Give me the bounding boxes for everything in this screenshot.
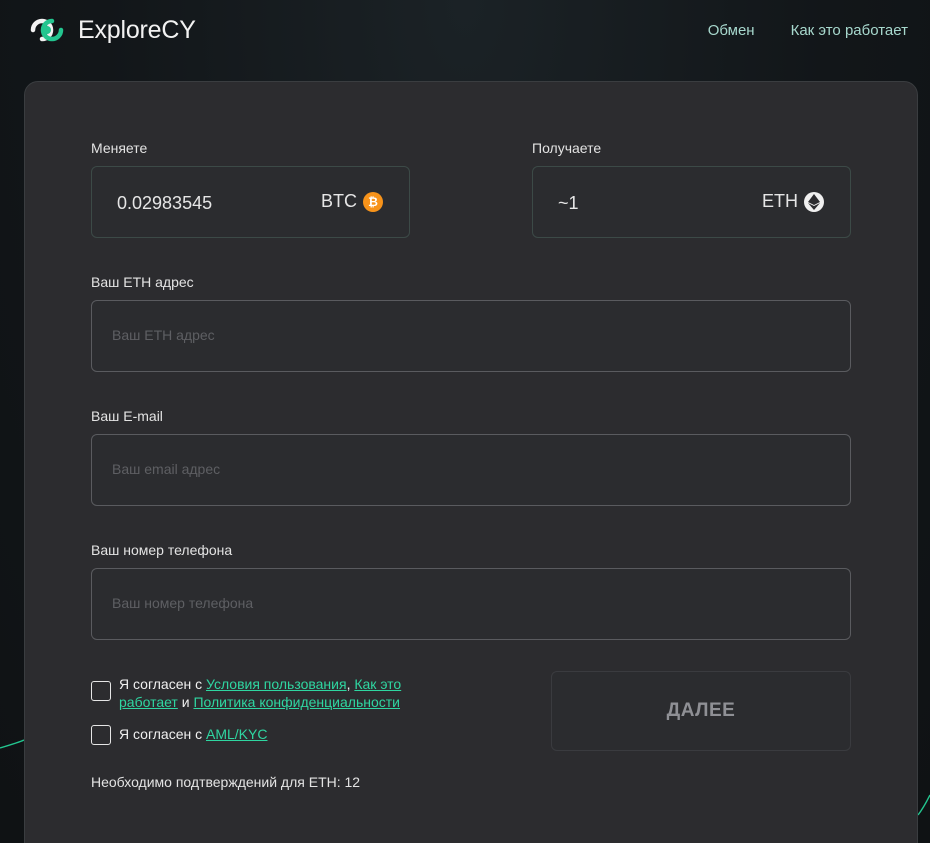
confirmations-required-text: Необходимо подтверждений для ETH: 12 xyxy=(91,774,361,790)
send-currency-code: BTC xyxy=(321,191,357,211)
receive-currency-code: ETH xyxy=(762,191,798,211)
email-input[interactable] xyxy=(112,461,812,477)
terms-and: и xyxy=(177,694,194,710)
aml-kyc-link[interactable]: AML/KYC xyxy=(206,726,267,742)
nav-link-exchange[interactable]: Обмен xyxy=(708,22,755,39)
brand-logo[interactable]: ExploreCY xyxy=(24,12,196,48)
terms-agreement-text: Я согласен с Условия пользования, Как эт… xyxy=(119,675,431,711)
send-amount-value[interactable]: 0.02983545 xyxy=(117,193,212,214)
send-currency-selector[interactable]: BTC ₿ xyxy=(321,191,383,212)
aml-checkbox[interactable] xyxy=(91,725,111,745)
terms-checkbox[interactable] xyxy=(91,681,111,701)
agreements: Я согласен с Условия пользования, Как эт… xyxy=(91,675,431,745)
eth-address-input[interactable] xyxy=(112,327,812,343)
phone-input[interactable] xyxy=(112,595,812,611)
ethereum-icon xyxy=(804,191,824,212)
privacy-policy-link[interactable]: Политика конфиденциальности xyxy=(193,694,400,710)
phone-label: Ваш номер телефона xyxy=(91,542,233,558)
bitcoin-icon: ₿ xyxy=(363,191,383,212)
explorecy-logo-icon xyxy=(30,18,64,42)
next-button[interactable]: ДАЛЕЕ xyxy=(551,671,851,751)
brand-name: ExploreCY xyxy=(78,15,196,44)
top-nav: Обмен Как это работает xyxy=(708,22,908,39)
email-field[interactable] xyxy=(91,434,851,506)
terms-prefix: Я согласен с xyxy=(119,676,206,692)
top-header: ExploreCY Обмен Как это работает xyxy=(0,0,930,64)
terms-of-use-link[interactable]: Условия пользования xyxy=(206,676,347,692)
eth-address-field[interactable] xyxy=(91,300,851,372)
terms-agreement-row: Я согласен с Условия пользования, Как эт… xyxy=(91,675,431,711)
nav-link-how-it-works[interactable]: Как это работает xyxy=(791,22,908,39)
send-label: Меняете xyxy=(91,140,148,156)
receive-amount-box[interactable]: ~1 ETH xyxy=(532,166,851,238)
aml-prefix: Я согласен с xyxy=(119,726,206,742)
receive-currency-selector[interactable]: ETH xyxy=(762,191,824,212)
aml-agreement-text: Я согласен с AML/KYC xyxy=(119,725,267,743)
send-amount-box[interactable]: 0.02983545 BTC ₿ xyxy=(91,166,410,238)
phone-field[interactable] xyxy=(91,568,851,640)
receive-amount-value: ~1 xyxy=(558,193,579,213)
exchange-card: Меняете 0.02983545 BTC ₿ Получаете ~1 ET… xyxy=(24,81,918,843)
email-label: Ваш E-mail xyxy=(91,408,163,424)
eth-address-label: Ваш ETH адрес xyxy=(91,274,194,290)
receive-label: Получаете xyxy=(532,140,602,156)
aml-agreement-row: Я согласен с AML/KYC xyxy=(91,725,431,745)
